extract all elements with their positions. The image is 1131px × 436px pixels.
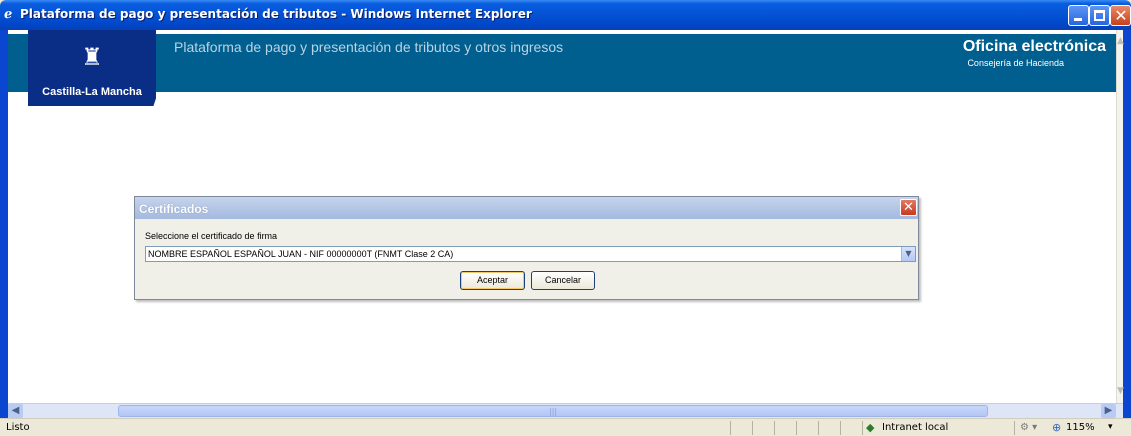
minimize-button[interactable] xyxy=(1068,5,1089,26)
zoom-icon[interactable]: ⊕ xyxy=(1052,421,1061,434)
security-zone: Intranet local xyxy=(882,422,949,433)
status-bar: Listo ◆ Intranet local ⚙ ▾ ⊕ 115% ▾ xyxy=(0,418,1131,436)
close-window-button[interactable]: ✕ xyxy=(1110,5,1131,26)
status-text: Listo xyxy=(6,422,30,433)
window-titlebar[interactable]: ℯ Plataforma de pago y presentación de t… xyxy=(0,0,1131,30)
certificates-dialog: Certificados ✕ Seleccione el certificado… xyxy=(134,196,919,300)
certificate-select[interactable]: NOMBRE ESPAÑOL ESPAÑOL JUAN - NIF 000000… xyxy=(145,246,916,262)
protected-mode-icon[interactable]: ⚙ ▾ xyxy=(1020,422,1037,433)
status-separator xyxy=(840,421,841,435)
scroll-right-icon[interactable]: ▶ xyxy=(1101,404,1116,418)
platform-title: Plataforma de pago y presentación de tri… xyxy=(174,39,564,55)
window-frame-right xyxy=(1123,30,1131,418)
window-frame-left xyxy=(0,30,8,418)
horizontal-scrollbar[interactable]: ◀ ||| ▶ xyxy=(8,403,1123,418)
logo-text: Castilla-La Mancha xyxy=(42,86,142,98)
dialog-title: Certificados xyxy=(139,202,209,216)
status-separator xyxy=(796,421,797,435)
header-banner: Plataforma de pago y presentación de tri… xyxy=(8,34,1116,92)
maximize-button[interactable] xyxy=(1089,5,1110,26)
scroll-down-icon[interactable]: ▼ xyxy=(1117,386,1124,396)
status-separator xyxy=(774,421,775,435)
castilla-la-mancha-logo[interactable]: ♜ Castilla-La Mancha xyxy=(28,30,156,106)
selected-certificate: NOMBRE ESPAÑOL ESPAÑOL JUAN - NIF 000000… xyxy=(148,249,454,259)
status-separator xyxy=(818,421,819,435)
vertical-scrollbar[interactable]: ▲ ▼ xyxy=(1116,30,1124,403)
horizontal-scroll-thumb[interactable]: ||| xyxy=(118,405,988,417)
scroll-left-icon[interactable]: ◀ xyxy=(8,404,23,418)
close-icon: ✕ xyxy=(903,200,914,215)
dialog-titlebar[interactable]: Certificados ✕ xyxy=(135,197,918,219)
minimize-icon xyxy=(1074,18,1082,21)
maximize-icon xyxy=(1094,10,1105,21)
status-separator xyxy=(1014,421,1015,435)
status-separator xyxy=(730,421,731,435)
office-name: Oficina electrónica xyxy=(962,38,1106,55)
zoom-level[interactable]: 115% xyxy=(1066,422,1095,433)
status-separator xyxy=(752,421,753,435)
chevron-down-icon[interactable]: ▼ xyxy=(901,247,915,261)
office-subtitle: Consejería de Hacienda xyxy=(967,58,1064,68)
dialog-close-button[interactable]: ✕ xyxy=(900,199,917,216)
zoom-dropdown-icon[interactable]: ▾ xyxy=(1108,422,1113,432)
coat-of-arms-icon: ♜ xyxy=(81,43,103,71)
status-separator xyxy=(862,421,863,435)
scroll-up-icon[interactable]: ▲ xyxy=(1117,36,1124,46)
cancel-button[interactable]: Cancelar xyxy=(531,271,595,290)
accept-button[interactable]: Aceptar xyxy=(460,271,525,290)
window-title: Plataforma de pago y presentación de tri… xyxy=(20,7,532,21)
intranet-zone-icon: ◆ xyxy=(866,421,875,434)
certificate-select-label: Seleccione el certificado de firma xyxy=(145,231,278,241)
close-icon: ✕ xyxy=(1114,6,1128,25)
ie-logo-icon: ℯ xyxy=(4,7,13,22)
scroll-grip-icon: ||| xyxy=(549,407,558,416)
